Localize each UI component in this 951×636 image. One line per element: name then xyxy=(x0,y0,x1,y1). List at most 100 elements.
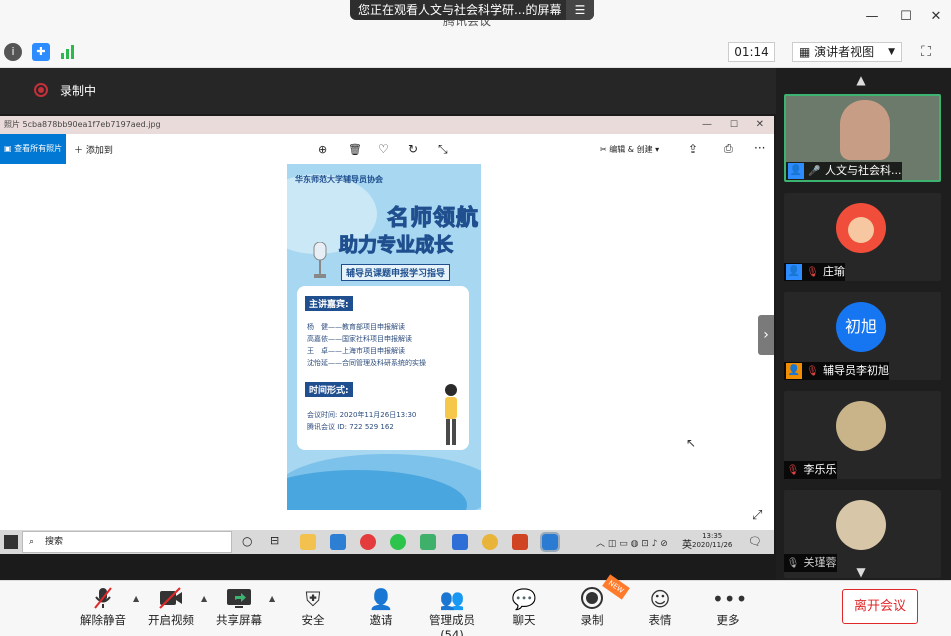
poster-time-title: 时间形式: xyxy=(305,382,353,397)
audio-options-chevron-icon[interactable]: ▲ xyxy=(133,594,139,603)
microphone-muted-icon xyxy=(80,586,126,612)
share-screen-button[interactable]: 共享屏幕 xyxy=(216,586,262,628)
gallery-scroll-up-icon[interactable]: ▲ xyxy=(852,74,870,86)
photos-app-icon[interactable] xyxy=(540,532,560,552)
share-menu-icon[interactable]: ☰ xyxy=(566,0,594,20)
meeting-info-icon[interactable]: i xyxy=(4,43,22,61)
recording-bar xyxy=(0,68,776,114)
zoom-meeting-window: { "window": { "title": "腾讯会议", "share_ba… xyxy=(0,0,951,636)
avatar: 初旭 xyxy=(836,302,886,352)
video-options-chevron-icon[interactable]: ▲ xyxy=(201,594,207,603)
chat-button[interactable]: 💬 聊天 xyxy=(508,586,540,628)
share-label: 共享屏幕 xyxy=(216,613,262,627)
powerpoint-icon[interactable] xyxy=(512,534,528,550)
share-options-chevron-icon[interactable]: ▲ xyxy=(269,594,275,603)
participant-tile[interactable]: 🎙 李乐乐 xyxy=(784,391,941,479)
avatar xyxy=(836,500,886,550)
add-to-button[interactable]: ＋ 添加到 xyxy=(74,143,113,156)
more-label: 更多 xyxy=(716,613,740,627)
more-icon: ••• xyxy=(712,587,748,611)
security-label: 安全 xyxy=(301,613,325,627)
netease-music-icon[interactable] xyxy=(360,534,376,550)
gallery-scroll-down-icon[interactable]: ▼ xyxy=(852,566,870,578)
chrome-icon[interactable] xyxy=(482,534,498,550)
manage-members-button[interactable]: 👥 管理成员(54) xyxy=(418,586,486,636)
user-icon: 👤 xyxy=(786,264,802,280)
poster-figure-illustration xyxy=(435,382,467,452)
start-menu-icon[interactable] xyxy=(4,535,18,549)
poster-org: 华东师范大学辅导员协会 xyxy=(295,175,383,184)
host-icon: 👤 xyxy=(786,363,802,379)
viewer-maximize-icon[interactable]: ☐ xyxy=(730,116,738,134)
event-poster: 华东师范大学辅导员协会 名师领航 助力专业成长 辅导员课题申报学习指导 主讲嘉宾… xyxy=(287,164,481,510)
participant-name-bar: 👤 🎙 辅导员李初旭 xyxy=(784,362,889,380)
next-photo-button[interactable]: › xyxy=(758,315,774,355)
close-icon[interactable]: ✕ xyxy=(926,8,946,26)
poster-speaker: 高嘉依——国家社科项目申报解读 xyxy=(307,335,412,343)
user-icon: 👤 xyxy=(788,163,804,179)
ime-indicator[interactable]: 英 xyxy=(682,536,692,551)
unmute-button[interactable]: 解除静音 xyxy=(80,586,126,628)
add-user-icon: 👤 xyxy=(368,587,394,611)
reactions-button[interactable]: ☺ 表情 xyxy=(644,586,676,628)
record-button[interactable]: 录制 xyxy=(576,586,608,628)
delete-icon[interactable]: 🗑 xyxy=(348,143,362,156)
participant-name: 人文与社会科... xyxy=(825,164,902,177)
leave-meeting-button[interactable]: 离开会议 xyxy=(842,589,918,624)
mail-icon[interactable] xyxy=(330,534,346,550)
microphone-muted-icon: 🎙 xyxy=(786,558,800,569)
add-to-label: 添加到 xyxy=(85,146,113,156)
wechat-icon[interactable] xyxy=(390,534,406,550)
microphone-icon xyxy=(311,241,329,280)
recording-icon xyxy=(34,83,48,97)
file-explorer-icon[interactable] xyxy=(300,534,316,550)
participant-tile[interactable]: 初旭 👤 🎙 辅导员李初旭 xyxy=(784,292,941,380)
security-shield-icon[interactable]: ✚ xyxy=(32,43,50,61)
start-video-button[interactable]: 开启视频 xyxy=(148,586,194,628)
microphone-muted-icon: 🎙 xyxy=(806,366,819,377)
network-signal-icon[interactable] xyxy=(60,44,76,60)
edit-create-button[interactable]: ✂ 编辑 & 创建 ▾ xyxy=(600,144,659,155)
system-tray-icons[interactable]: ︿ ◫ ▭ ◍ ⊡ ♪ ⊘ xyxy=(596,536,668,549)
view-mode-dropdown[interactable]: ▦ 演讲者视图 ▼ xyxy=(792,42,902,62)
favorite-icon[interactable]: ♡ xyxy=(378,142,389,156)
print-icon[interactable]: ⎙ xyxy=(724,142,733,156)
viewer-minimize-icon[interactable]: — xyxy=(702,116,712,134)
taskbar-clock[interactable]: 13:35 2020/11/26 xyxy=(692,532,732,550)
view-all-photos-button[interactable]: ▣ 查看所有照片 xyxy=(0,134,66,164)
participant-tile[interactable]: 👤 🎤 人文与社会科... xyxy=(784,94,941,182)
crop-icon[interactable]: ⤡ xyxy=(438,142,448,157)
poster-subtitle: 辅导员课题申报学习指导 xyxy=(341,264,451,281)
participant-name: 庄瑜 xyxy=(823,265,845,278)
search-icon: ⌕ xyxy=(29,537,35,547)
invite-label: 邀请 xyxy=(369,613,393,627)
minimize-icon[interactable]: — xyxy=(862,8,882,26)
participant-name-bar: 👤 🎤 人文与社会科... xyxy=(786,162,902,180)
rotate-icon[interactable]: ↻ xyxy=(408,142,418,156)
tencent-meeting-icon[interactable] xyxy=(452,534,468,550)
more-options-icon[interactable]: ··· xyxy=(754,141,765,155)
viewer-close-icon[interactable]: ✕ xyxy=(756,116,764,134)
share-icon[interactable]: ⇪ xyxy=(688,142,698,156)
members-icon: 👥 xyxy=(439,587,465,611)
fullscreen-icon[interactable]: ⛶ xyxy=(916,42,936,62)
unmute-label: 解除静音 xyxy=(80,613,126,627)
maximize-icon[interactable]: ☐ xyxy=(896,8,916,26)
share-area-bottom xyxy=(0,554,776,580)
security-button[interactable]: ⛨ 安全 xyxy=(296,586,330,628)
multitask-icon[interactable]: ⊟ xyxy=(270,534,279,547)
participant-name: 关瑾蓉 xyxy=(803,556,837,569)
poster-speaker: 杨 健——教育部项目申报解读 xyxy=(307,323,405,331)
taskbar-search[interactable]: ⌕ 搜索 xyxy=(22,531,232,553)
expand-icon[interactable]: ⤢ xyxy=(752,508,762,523)
participant-tile[interactable]: 👤 🎙 庄瑜 xyxy=(784,193,941,281)
green-app-icon[interactable] xyxy=(420,534,436,550)
reactions-label: 表情 xyxy=(648,613,672,627)
meeting-timer: 01:14 xyxy=(728,42,775,62)
view-mode-label: 演讲者视图 xyxy=(814,45,875,59)
more-button[interactable]: ••• 更多 xyxy=(712,586,748,628)
task-view-icon[interactable]: ○ xyxy=(242,534,252,548)
notification-icon[interactable]: 🗨 xyxy=(748,535,762,548)
invite-button[interactable]: 👤 邀请 xyxy=(364,586,398,628)
zoom-icon[interactable]: ⊕ xyxy=(318,143,327,156)
